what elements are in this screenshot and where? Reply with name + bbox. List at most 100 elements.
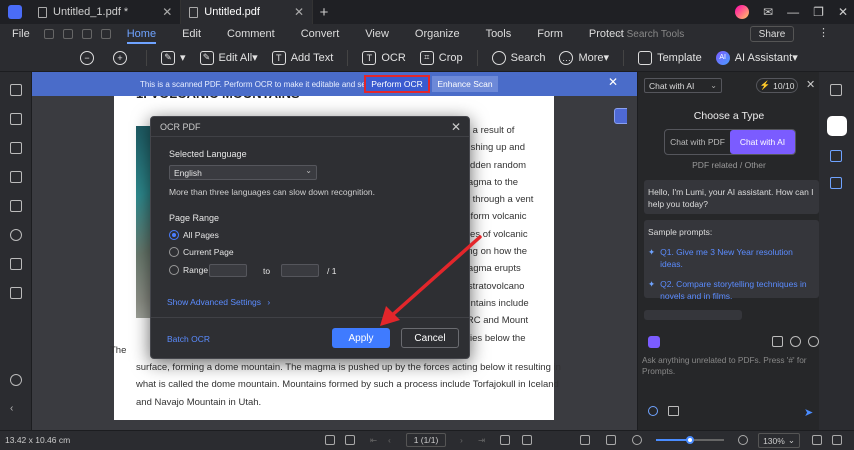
select-tool-icon[interactable] [345,435,355,445]
dialog-title: OCR PDF [151,117,469,137]
image-icon[interactable] [668,406,679,416]
avatar[interactable] [735,5,750,19]
fit-width-icon[interactable] [522,435,532,445]
fullscreen-icon[interactable] [832,435,842,445]
translate-icon[interactable] [830,150,842,162]
show-advanced-settings-link[interactable]: Show Advanced Settings › [167,297,270,307]
share-button[interactable]: Share [750,26,794,42]
highlighter-icon: ✎ [161,50,175,65]
page-number-input[interactable]: 1 (1/1) [406,433,446,447]
first-page-icon[interactable]: ⇤ [370,435,380,445]
close-icon[interactable]: ✕ [806,78,815,91]
menu-edit[interactable]: Edit [182,28,201,40]
menu-tools[interactable]: Tools [486,28,512,40]
reading-mode-icon[interactable] [606,435,616,445]
tab-untitled[interactable]: Untitled.pdf ✕ [181,0,313,24]
menu-form[interactable]: Form [537,28,563,40]
zoom-select[interactable]: 130% ⌄ [758,433,800,448]
close-icon[interactable]: ✕ [162,5,172,19]
radio-all-pages[interactable]: All Pages [169,230,219,240]
range-to-input[interactable] [281,264,319,277]
history-icon[interactable] [790,336,801,347]
maximize-icon[interactable]: ❐ [813,5,824,19]
help-icon[interactable] [10,374,22,386]
ai-assistant-button[interactable]: AI AI Assistant ▾ [715,50,798,65]
menu-convert[interactable]: Convert [301,28,340,40]
stack-icon[interactable] [10,258,22,270]
search-icon[interactable] [10,229,22,241]
zoom-slider-knob[interactable] [686,436,694,444]
sample-prompt[interactable]: ✦ Q1. Give me 3 New Year resolution idea… [648,246,815,270]
zoom-in-button[interactable]: + [113,50,132,65]
prev-page-icon[interactable]: ‹ [388,435,398,445]
radio-current-page[interactable]: Current Page [169,247,234,257]
close-window-icon[interactable]: ✕ [838,5,848,19]
ai-tools-icon[interactable] [830,177,842,189]
save-icon[interactable] [43,29,54,39]
sample-prompt[interactable]: ✦ Q2. Compare storytelling techniques in… [648,278,815,302]
document-scrollbar[interactable] [627,96,633,416]
fit-page-icon[interactable] [500,435,510,445]
chat-with-pdf-option[interactable]: Chat with PDF [665,130,730,154]
attachment-icon[interactable] [10,200,22,212]
add-chat-icon[interactable] [808,336,819,347]
chat-input[interactable]: Ask anything unrelated to PDFs. Press '#… [642,355,817,377]
chat-icon[interactable] [772,336,783,347]
add-text-button[interactable]: T Add Text [271,50,333,65]
highlight-button[interactable]: ✎ ▾ [161,50,186,65]
crop-button[interactable]: ⌗ Crop [419,50,463,65]
perform-ocr-button[interactable]: Perform OCR [364,75,430,93]
range-from-input[interactable] [209,264,247,277]
enhance-scan-button[interactable]: Enhance Scan [432,76,498,92]
send-icon[interactable]: ➤ [804,406,813,419]
properties-icon[interactable] [830,84,842,96]
page-view-icon[interactable] [580,435,590,445]
tab-untitled-1[interactable]: Untitled_1.pdf * ✕ [30,0,182,24]
edit-all-button[interactable]: ✎ Edit All ▾ [199,50,258,65]
last-page-icon[interactable]: ⇥ [478,435,488,445]
menu-home[interactable]: Home [126,28,157,44]
cancel-button[interactable]: Cancel [401,328,459,348]
zoom-slider[interactable] [656,436,724,444]
template-button[interactable]: Template [638,50,702,65]
chat-with-ai-option[interactable]: Chat with AI [730,130,795,154]
bulb-icon[interactable] [648,406,658,416]
language-select[interactable]: English ⌄ [169,165,317,180]
apply-button[interactable]: Apply [332,328,390,348]
page-thumbnail-icon[interactable] [10,84,22,96]
minimize-icon[interactable]: — [787,5,799,19]
comment-icon[interactable] [10,142,22,154]
layers-icon[interactable] [10,171,22,183]
menu-view[interactable]: View [365,28,389,40]
more-icon[interactable]: ⋮ [818,26,829,39]
more-button[interactable]: … More ▾ [559,50,609,65]
chat-mode-select[interactable]: Chat with AI ⌄ [644,78,722,93]
close-icon[interactable]: ✕ [451,120,461,134]
menu-comment[interactable]: Comment [227,28,275,40]
new-tab-button[interactable]: + [313,4,335,21]
ocr-button[interactable]: T OCR [362,50,406,65]
mail-icon[interactable]: ✉ [763,5,773,19]
print-icon[interactable] [62,29,73,39]
close-icon[interactable]: ✕ [294,5,304,19]
search-button[interactable]: Search [491,50,545,65]
batch-ocr-link[interactable]: Batch OCR [167,334,210,344]
menu-organize[interactable]: Organize [415,28,460,40]
fit-screen-icon[interactable] [812,435,822,445]
radio-range[interactable]: Range [169,265,208,275]
menu-file[interactable]: File [12,28,30,40]
prompt-library-icon[interactable] [648,336,660,348]
bookmark-icon[interactable] [10,113,22,125]
close-icon[interactable]: ✕ [608,75,618,89]
zoom-out-button[interactable]: − [80,50,99,65]
hand-tool-icon[interactable] [325,435,335,445]
signature-icon[interactable] [10,287,22,299]
next-page-icon[interactable]: › [460,435,470,445]
zoom-in-icon[interactable] [738,435,748,445]
search-tools-input[interactable]: ⌕ Search Tools [617,26,737,42]
ai-assistant-icon[interactable] [827,116,847,136]
undo-icon[interactable] [81,29,92,39]
collapse-icon[interactable]: ‹ [10,403,22,415]
zoom-out-icon[interactable] [632,435,642,445]
redo-icon[interactable] [100,29,111,39]
